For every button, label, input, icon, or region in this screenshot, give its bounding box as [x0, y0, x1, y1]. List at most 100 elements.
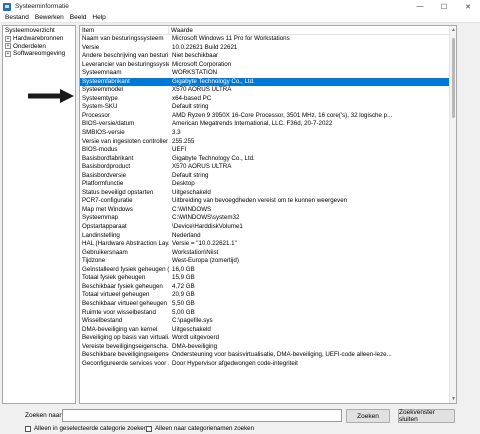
table-row[interactable]: Platformfunctie Desktop — [80, 180, 456, 189]
row-value-cell: WORKSTATION — [172, 69, 218, 77]
checkbox-category-names[interactable] — [146, 425, 152, 432]
table-row[interactable]: Tijdzone West-Europa (zomertijd) — [80, 257, 456, 266]
table-row[interactable]: Beveiliging op basis van virtuali... Word… — [80, 334, 456, 343]
tree-item-label: Systeemoverzicht — [5, 27, 55, 34]
row-value-cell: Uitgeschakeld — [172, 325, 211, 333]
tree-item-software-environment[interactable]: + Softwareomgeving — [3, 50, 75, 58]
table-row[interactable]: Basisbordproduct X570 AORUS ULTRA — [80, 163, 456, 172]
close-button[interactable]: ✕ — [456, 0, 480, 13]
expand-icon[interactable]: + — [5, 51, 11, 58]
table-row[interactable]: SMBIOS-versie 3.3 — [80, 129, 456, 138]
row-value-cell: 5,00 GB — [172, 308, 195, 316]
scroll-up-icon[interactable]: ▲ — [450, 26, 456, 34]
row-value-cell: Niet beschikbaar — [172, 52, 219, 60]
row-item-cell: Systeemfabrikant — [82, 77, 130, 85]
table-row[interactable]: Versie van ingesloten controller 255.255 — [80, 138, 456, 147]
row-item-cell: System-SKU — [82, 103, 118, 111]
system-information-app-icon — [3, 2, 11, 11]
row-item-cell: Totaal virtueel geheugen — [82, 291, 150, 299]
tree-item-label: Hardwarebronnen — [13, 34, 64, 42]
tree-item-system-summary[interactable]: Systeemoverzicht — [3, 27, 75, 35]
row-value-cell: x64-based PC — [172, 94, 212, 102]
row-item-cell: Andere beschrijving van besturi... — [82, 52, 169, 60]
table-row[interactable]: Beschikbare beveiligingseigensc... Onders… — [80, 351, 456, 360]
row-value-cell: Uitbreiding van bevoegdheden vereist om … — [172, 197, 348, 205]
menu-edit[interactable]: Bewerken — [32, 13, 67, 23]
table-row[interactable]: Beschikbaar virtueel geheugen 5,50 GB — [80, 300, 456, 309]
table-row[interactable]: Systeemfabrikant Gigabyte Technology Co.,… — [80, 77, 456, 87]
row-item-cell: Vereiste beveiligingseigenscha... — [82, 342, 169, 350]
table-row[interactable]: Landinstelling Nederland — [80, 232, 456, 241]
table-row[interactable]: Opstartapparaat \Device\HarddiskVolume1 — [80, 223, 456, 232]
expand-icon[interactable]: + — [5, 43, 11, 50]
table-row[interactable]: Naam van besturingssysteem Microsoft Wind… — [80, 35, 456, 44]
close-find-button[interactable]: Zoekvenster sluiten — [398, 409, 455, 423]
title-bar: Systeeminformatie — ☐ ✕ — [0, 0, 480, 13]
checkbox-label: Alleen in geselecteerde categorie zoeken — [34, 425, 148, 432]
row-item-cell: Status beveiligd opstarten — [82, 188, 154, 196]
scroll-down-icon[interactable]: ▼ — [450, 395, 456, 403]
table-row[interactable]: Versie 10.0.22621 Build 22621 — [80, 44, 456, 53]
row-item-cell: Versie van ingesloten controller — [82, 137, 168, 145]
row-item-cell: DMA-beveiliging van kernel — [82, 325, 158, 333]
checkbox-category-names-row[interactable]: Alleen naar categorienamen zoeken — [146, 424, 254, 433]
row-value-cell: Door Hypervisor afgedwongen code-integri… — [172, 359, 298, 367]
row-value-cell: 5,50 GB — [172, 299, 195, 307]
menu-file[interactable]: Bestand — [2, 13, 32, 23]
table-row[interactable]: Geïnstalleerd fysiek geheugen (... 16,0 G… — [80, 266, 456, 275]
table-row[interactable]: BIOS-versie/datum American Megatrends Int… — [80, 120, 456, 129]
table-row[interactable]: Andere beschrijving van besturi... Niet b… — [80, 52, 456, 61]
checkbox-selected-category-row[interactable]: Alleen in geselecteerde categorie zoeken — [25, 424, 147, 433]
minimize-button[interactable]: — — [408, 0, 432, 13]
row-item-cell: Gebruikersnaam — [82, 248, 128, 256]
row-value-cell: Microsoft Windows 11 Pro for Workstation… — [172, 35, 290, 42]
column-header-item[interactable]: Item — [80, 26, 169, 34]
table-row[interactable]: Vereiste beveiligingseigenscha... DMA-bev… — [80, 343, 456, 352]
table-row[interactable]: Basisbordfabrikant Gigabyte Technology Co… — [80, 155, 456, 164]
table-row[interactable]: Systeemmap C:\WINDOWS\system32 — [80, 214, 456, 223]
maximize-button[interactable]: ☐ — [432, 0, 456, 13]
system-info-list: Item Waarde Naam van besturingssysteem Mi… — [79, 25, 457, 404]
search-label: Zoeken naar: — [25, 412, 64, 419]
table-row[interactable]: Ruimte voor wisselbestand 5,00 GB — [80, 309, 456, 318]
table-row[interactable]: Totaal fysiek geheugen 15,9 GB — [80, 274, 456, 283]
table-row[interactable]: Wisselbestand C:\pagefile.sys — [80, 317, 456, 326]
menu-help[interactable]: Help — [89, 13, 108, 23]
checkbox-selected-category[interactable] — [25, 425, 31, 432]
search-input[interactable] — [62, 409, 342, 422]
tree-item-label: Softwareomgeving — [13, 50, 66, 58]
table-row[interactable]: Systeemtype x64-based PC — [80, 95, 456, 104]
table-row[interactable]: BIOS-modus UEFI — [80, 146, 456, 155]
table-row[interactable]: Leverancier van besturingssyste... Micros… — [80, 61, 456, 70]
tree-item-components[interactable]: + Onderdelen — [3, 43, 75, 51]
column-header-value[interactable]: Waarde — [169, 26, 456, 34]
table-row[interactable]: PCR7-configuratie Uitbreiding van bevoegd… — [80, 197, 456, 206]
expand-icon[interactable]: + — [5, 35, 11, 42]
tree-item-hardware-resources[interactable]: + Hardwarebronnen — [3, 35, 75, 43]
table-row[interactable]: Totaal virtueel geheugen 20,9 GB — [80, 291, 456, 300]
find-button[interactable]: Zoeken — [346, 409, 390, 423]
row-item-cell: Systeemmap — [82, 214, 119, 222]
scrollbar-thumb[interactable] — [452, 38, 455, 118]
row-value-cell: West-Europa (zomertijd) — [172, 257, 239, 265]
table-row[interactable]: Map met Windows C:\WINDOWS — [80, 206, 456, 215]
row-item-cell: Platformfunctie — [82, 180, 124, 188]
table-row[interactable]: Gebruikersnaam Workstation\Niist — [80, 249, 456, 258]
menu-view[interactable]: Beeld — [67, 13, 90, 23]
table-row[interactable]: Basisbordversie Default string — [80, 172, 456, 181]
table-row[interactable]: System-SKU Default string — [80, 103, 456, 112]
table-row[interactable]: Systeemnaam WORKSTATION — [80, 69, 456, 78]
row-value-cell: American Megatrends International, LLC. … — [172, 120, 333, 128]
table-row[interactable]: Beschikbaar fysiek geheugen 4,72 GB — [80, 283, 456, 292]
row-item-cell: Wisselbestand — [82, 317, 123, 325]
table-row[interactable]: Processor AMD Ryzen 9 3950X 16-Core Proce… — [80, 112, 456, 121]
table-row[interactable]: Geconfigureerde services voor ... Door Hy… — [80, 360, 456, 369]
row-value-cell: Ondersteuning voor basisvirtualisatie, D… — [172, 351, 392, 359]
row-value-cell: 3.3 — [172, 129, 181, 137]
table-row[interactable]: DMA-beveiliging van kernel Uitgeschakeld — [80, 326, 456, 335]
vertical-scrollbar[interactable]: ▲ ▼ — [449, 26, 456, 403]
table-row[interactable]: HAL (Hardware Abstraction Lay... Versie =… — [80, 240, 456, 249]
table-row[interactable]: Systeemmodel X570 AORUS ULTRA — [80, 86, 456, 95]
table-row[interactable]: Status beveiligd opstarten Uitgeschakeld — [80, 189, 456, 198]
row-item-cell: Opstartapparaat — [82, 223, 127, 231]
